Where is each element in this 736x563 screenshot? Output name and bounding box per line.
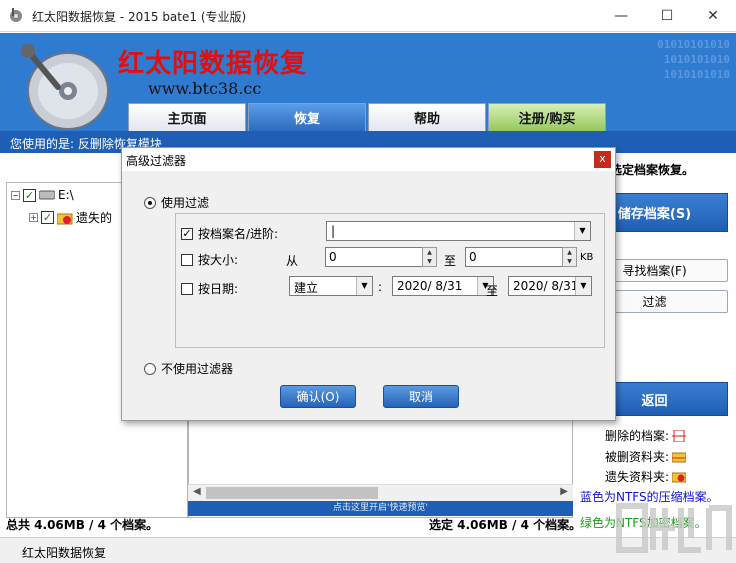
binary-decoration: 01010101010 1010101010 1010101010 — [657, 38, 730, 81]
no-filter-radio[interactable]: 不使用过滤器 — [144, 360, 233, 377]
colon-label: : — [378, 280, 383, 294]
advanced-filter-dialog: 高级过滤器 x 使用过滤 ✓ 按档案名/进阶: | ▼ 按大小: 从 0 ▲ ▼ … — [121, 147, 616, 421]
legend-deleted: 删除的档案: — [605, 427, 687, 444]
checkbox-empty-icon[interactable] — [181, 253, 193, 266]
dialog-title: 高级过滤器 — [122, 148, 615, 171]
radio-selected-icon[interactable] — [144, 196, 156, 209]
size-to-stepper[interactable]: ▲ ▼ — [562, 247, 577, 267]
date-type-select[interactable]: 建立 ▼ — [289, 276, 373, 296]
lost-folder-label: 遗失的 — [76, 211, 113, 225]
chevron-down-icon[interactable]: ▼ — [356, 277, 372, 295]
legend-deleted-folder: 被删资料夹: — [605, 448, 687, 465]
tab-home[interactable]: 主页面 — [128, 103, 246, 131]
deleted-folder-icon — [672, 452, 687, 462]
app-icon — [10, 8, 22, 22]
collapse-icon[interactable]: − — [11, 190, 20, 200]
ok-button[interactable]: 确认(O) — [280, 385, 356, 408]
scroll-left-icon[interactable]: ◀ — [193, 486, 201, 497]
chevron-down-icon[interactable]: ▼ — [575, 277, 591, 295]
tab-register-buy[interactable]: 注册/购买 — [488, 103, 606, 131]
tree-row-lost[interactable]: + ✓ 遗失的 — [29, 209, 112, 226]
lost-folder-icon — [57, 213, 73, 224]
to-label-size: 至 — [444, 254, 457, 268]
filter-by-name-checkbox[interactable]: ✓ 按档案名/进阶: — [181, 225, 278, 242]
lost-folder-checkbox[interactable]: ✓ — [41, 211, 54, 224]
window-title: 红太阳数据恢复 - 2015 bate1 (专业版) — [32, 10, 247, 24]
horizontal-scrollbar[interactable]: ◀ ▶ — [188, 484, 573, 501]
scroll-right-icon[interactable]: ▶ — [560, 486, 568, 497]
date-to-picker[interactable]: 2020/ 8/31 ▼ — [508, 276, 592, 296]
deleted-file-icon — [672, 429, 687, 442]
selected-stats: 选定 4.06MB / 4 个档案。 — [429, 518, 582, 532]
to-label-date: 至 — [486, 284, 499, 298]
drive-icon — [39, 190, 55, 200]
tab-help[interactable]: 帮助 — [368, 103, 486, 131]
selected-recover-hint: 选定档案恢复。 — [610, 163, 695, 177]
filter-by-size-checkbox[interactable]: 按大小: — [181, 251, 238, 268]
tree-row-drive[interactable]: − ✓ E:\ — [11, 188, 74, 202]
lost-folder-legend-icon — [672, 472, 687, 482]
drive-checkbox[interactable]: ✓ — [23, 188, 36, 202]
size-from-input[interactable]: 0 — [325, 247, 423, 267]
tab-recover[interactable]: 恢复 — [248, 103, 366, 131]
dialog-close-button[interactable]: x — [594, 151, 611, 168]
main-nav-tabs: 主页面 恢复 帮助 注册/购买 — [128, 103, 606, 131]
minimize-button[interactable]: — — [598, 0, 644, 32]
name-path-input[interactable]: | ▼ — [326, 221, 591, 241]
kb-label: KB — [580, 252, 594, 263]
scroll-thumb[interactable] — [206, 487, 378, 499]
total-stats: 总共 4.06MB / 4 个档案。 — [6, 518, 159, 532]
brand-url: www.btc38.cc — [148, 79, 262, 98]
from-label: 从 — [286, 254, 299, 268]
checkbox-empty-icon[interactable] — [181, 282, 193, 295]
filter-by-date-checkbox[interactable]: 按日期: — [181, 280, 238, 297]
legend-lost-folder: 遗失资料夹: — [605, 468, 687, 485]
maximize-button[interactable]: ☐ — [644, 0, 690, 32]
cancel-button[interactable]: 取消 — [383, 385, 459, 408]
date-from-picker[interactable]: 2020/ 8/31 ▼ — [392, 276, 494, 296]
watermark-logo — [616, 503, 732, 553]
radio-unselected-icon[interactable] — [144, 362, 156, 375]
hard-disk-icon — [21, 44, 109, 130]
size-to-input[interactable]: 0 — [465, 247, 563, 267]
expand-icon[interactable]: + — [29, 213, 38, 222]
brand-logo-text: 红太阳数据恢复 — [118, 49, 308, 79]
quick-preview-bar[interactable]: 点击这里开启'快速预览' — [188, 501, 573, 516]
drive-label: E:\ — [58, 188, 74, 202]
checkbox-checked-icon[interactable]: ✓ — [181, 227, 193, 240]
use-filter-radio[interactable]: 使用过滤 — [144, 194, 209, 211]
close-button[interactable]: ✕ — [690, 0, 736, 32]
title-bar: 红太阳数据恢复 - 2015 bate1 (专业版) — ☐ ✕ — [0, 0, 736, 32]
chevron-down-icon[interactable]: ▼ — [574, 222, 590, 240]
size-from-stepper[interactable]: ▲ ▼ — [422, 247, 437, 267]
